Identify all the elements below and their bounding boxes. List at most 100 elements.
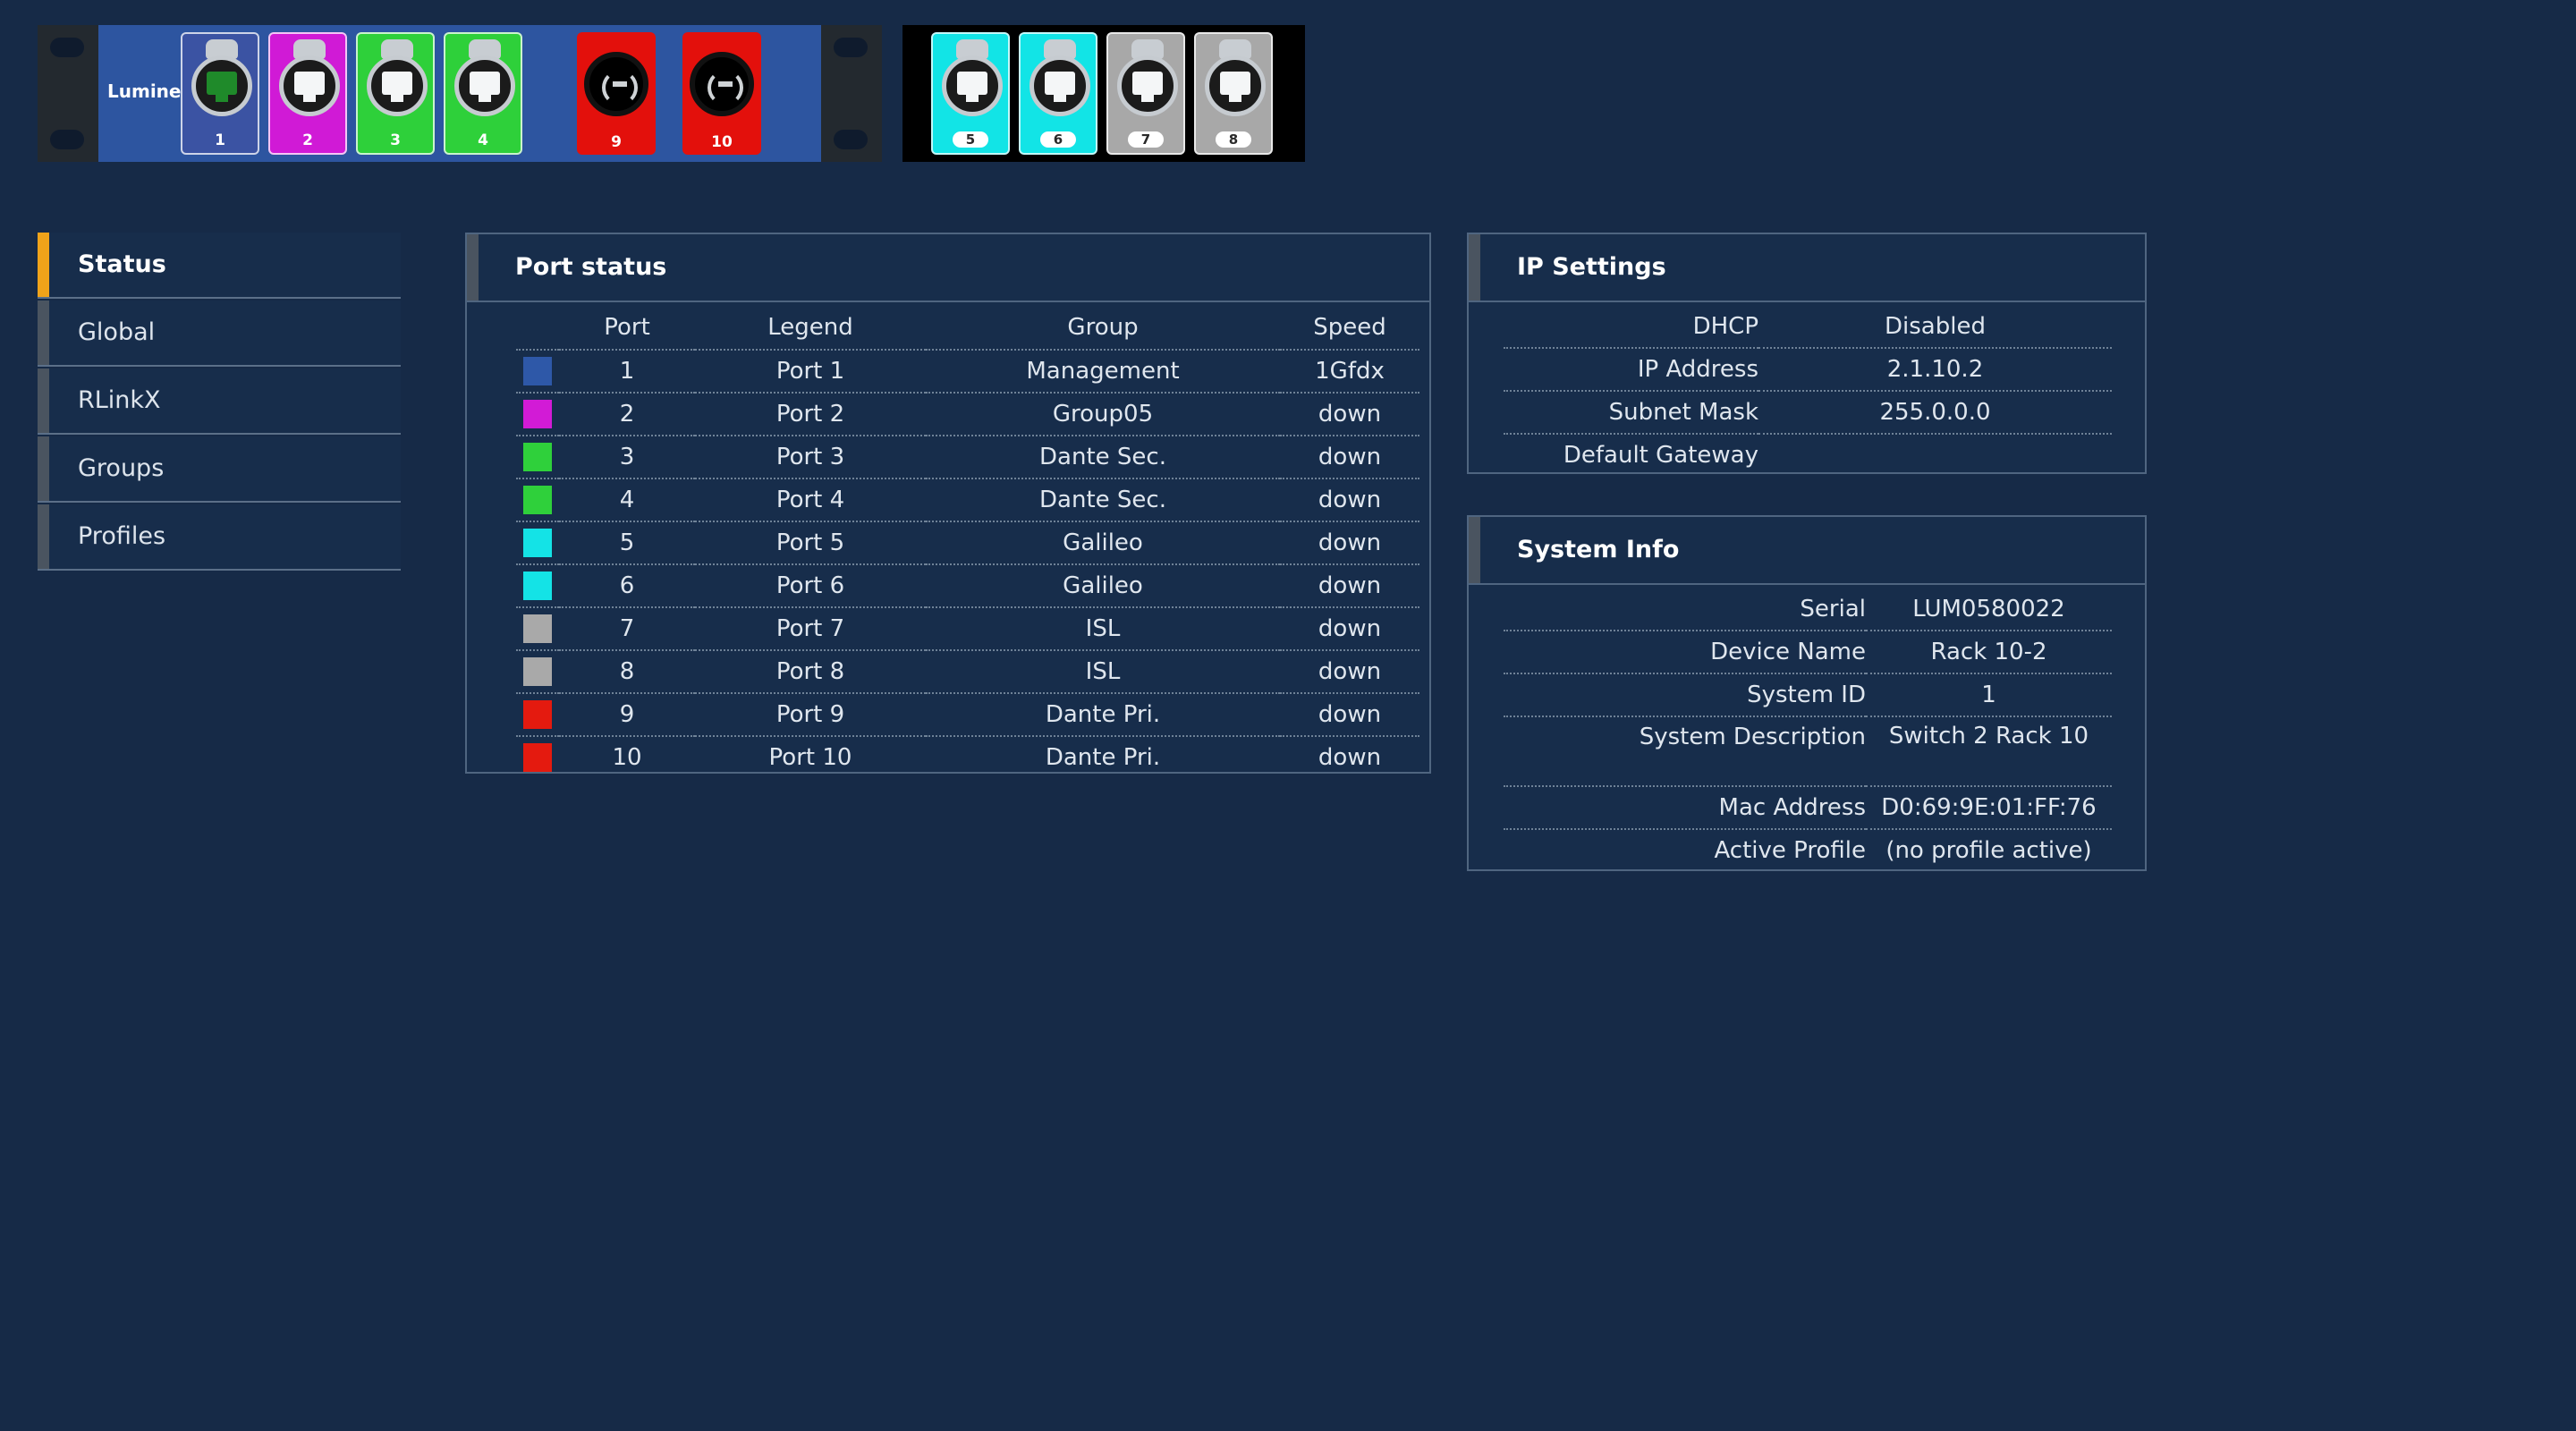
port-7-connector[interactable]: 7 <box>1106 32 1185 155</box>
ethernet-port-icon <box>367 55 428 116</box>
table-row: 3 Port 3 Dante Sec. down <box>516 436 1419 479</box>
port-number-label: 8 <box>1216 131 1251 148</box>
port-4-connector[interactable]: 4 <box>444 32 522 155</box>
port-cell: 1 <box>559 350 695 394</box>
ethernet-port-icon <box>279 55 340 116</box>
color-cell <box>516 607 559 651</box>
legend-cell: Port 3 <box>695 436 926 479</box>
speed-cell: down <box>1280 521 1419 565</box>
sidebar-item-profiles[interactable]: Profiles <box>38 504 401 571</box>
legend-cell: Port 8 <box>695 650 926 694</box>
front-panel-unit-2: 5 6 7 8 <box>902 25 1305 162</box>
legend-cell: Port 2 <box>695 393 926 436</box>
setting-key: System Description <box>1504 716 1866 787</box>
sidebar-item-label: RLinkX <box>78 386 161 414</box>
port-10-connector[interactable]: 10 <box>682 32 761 155</box>
setting-row: Active Profile (no profile active) <box>1504 829 2112 871</box>
legend-cell: Port 5 <box>695 521 926 565</box>
ip-settings-table: DHCP Disabled IP Address 2.1.10.2 Subnet Mas… <box>1504 306 2112 476</box>
port-number-label: 5 <box>953 131 988 148</box>
color-swatch <box>523 572 552 600</box>
setting-key: Default Gateway <box>1563 442 1758 469</box>
color-swatch <box>523 614 552 643</box>
sidebar-item-status[interactable]: Status <box>38 233 401 299</box>
color-cell <box>516 478 559 522</box>
port-cell: 9 <box>559 693 695 737</box>
color-swatch <box>523 743 552 772</box>
legend-cell: Port 10 <box>768 744 852 771</box>
color-swatch <box>523 486 552 514</box>
system-info-table: Serial LUM0580022 Device Name Rack 10-2 Syst… <box>1504 588 2112 871</box>
color-cell <box>516 736 559 778</box>
setting-row: DHCP Disabled <box>1504 306 2112 349</box>
sidebar-item-label: Global <box>78 318 156 346</box>
setting-value <box>1758 434 2112 476</box>
port-8-connector[interactable]: 8 <box>1194 32 1273 155</box>
port-2-connector[interactable]: 2 <box>268 32 347 155</box>
color-cell <box>516 521 559 565</box>
color-cell <box>516 693 559 737</box>
port-cell: 3 <box>559 436 695 479</box>
port-3-connector[interactable]: 3 <box>356 32 435 155</box>
ethernet-port-icon <box>454 55 515 116</box>
setting-row: System ID 1 <box>1504 673 2112 717</box>
panel-title: Port status <box>515 253 667 281</box>
panel-title: IP Settings <box>1517 253 1666 281</box>
legend-cell: Port 7 <box>695 607 926 651</box>
front-panel-unit-1: Luminex 1 2 3 4 9 10 <box>38 25 882 162</box>
port-cell: 7 <box>559 607 695 651</box>
setting-value: 1 <box>1866 673 2112 717</box>
table-row: 2 Port 2 Group05 down <box>516 393 1419 436</box>
port-cell: 2 <box>559 393 695 436</box>
sidebar-item-global[interactable]: Global <box>38 301 401 367</box>
panel-header: System Info <box>1469 517 2145 585</box>
setting-row: Default Gateway <box>1504 434 2112 476</box>
table-row: 6 Port 6 Galileo down <box>516 564 1419 608</box>
setting-value: Switch 2 Rack 10 <box>1866 716 2112 787</box>
port-cell: 4 <box>559 478 695 522</box>
legend-cell: Port 4 <box>695 478 926 522</box>
sidebar-item-rlinkx[interactable]: RLinkX <box>38 368 401 435</box>
group-cell: Galileo <box>926 521 1280 565</box>
port-1-connector[interactable]: 1 <box>181 32 259 155</box>
port-5-connector[interactable]: 5 <box>931 32 1010 155</box>
speed-cell: down <box>1280 564 1419 608</box>
setting-row: Subnet Mask 255.0.0.0 <box>1504 391 2112 435</box>
ethernet-port-icon <box>942 55 1003 116</box>
setting-row: Mac Address D0:69:9E:01:FF:76 <box>1504 786 2112 830</box>
setting-row: System Description Switch 2 Rack 10 <box>1504 716 2112 787</box>
sidebar-item-label: Groups <box>78 454 165 482</box>
port-status-table: Port Legend Group Speed 1 Port 1 Managemen… <box>516 306 1419 778</box>
panel-title: System Info <box>1517 536 1680 563</box>
table-row: 8 Port 8 ISL down <box>516 650 1419 694</box>
rack-ear-left <box>38 25 98 162</box>
color-swatch <box>523 400 552 428</box>
color-cell <box>516 564 559 608</box>
group-cell: Dante Pri. <box>1045 744 1161 771</box>
sidebar-nav: Status Global RLinkX Groups Profiles <box>38 233 401 572</box>
legend-cell: Port 6 <box>695 564 926 608</box>
port-9-connector[interactable]: 9 <box>577 32 656 155</box>
sidebar-item-groups[interactable]: Groups <box>38 436 401 503</box>
xlr-connector-icon <box>584 52 648 116</box>
color-cell <box>516 393 559 436</box>
group-cell: Galileo <box>926 564 1280 608</box>
setting-key: Active Profile <box>1714 837 1866 864</box>
port-6-connector[interactable]: 6 <box>1019 32 1097 155</box>
color-cell <box>516 436 559 479</box>
speed-cell: down <box>1280 436 1419 479</box>
port-number-label: 1 <box>215 131 225 149</box>
color-swatch <box>523 443 552 471</box>
group-cell: Group05 <box>926 393 1280 436</box>
setting-key: Serial <box>1504 588 1866 631</box>
table-row: 7 Port 7 ISL down <box>516 607 1419 651</box>
setting-row: Device Name Rack 10-2 <box>1504 631 2112 674</box>
group-cell: ISL <box>926 607 1280 651</box>
xlr-connector-icon <box>690 52 754 116</box>
system-info-panel: System Info Serial LUM0580022 Device Name R… <box>1467 515 2147 871</box>
setting-value: 2.1.10.2 <box>1758 348 2112 392</box>
rack-ear-right <box>821 25 882 162</box>
speed-cell: 1Gfdx <box>1280 350 1419 394</box>
color-swatch <box>523 700 552 729</box>
column-header: Port <box>559 306 695 351</box>
